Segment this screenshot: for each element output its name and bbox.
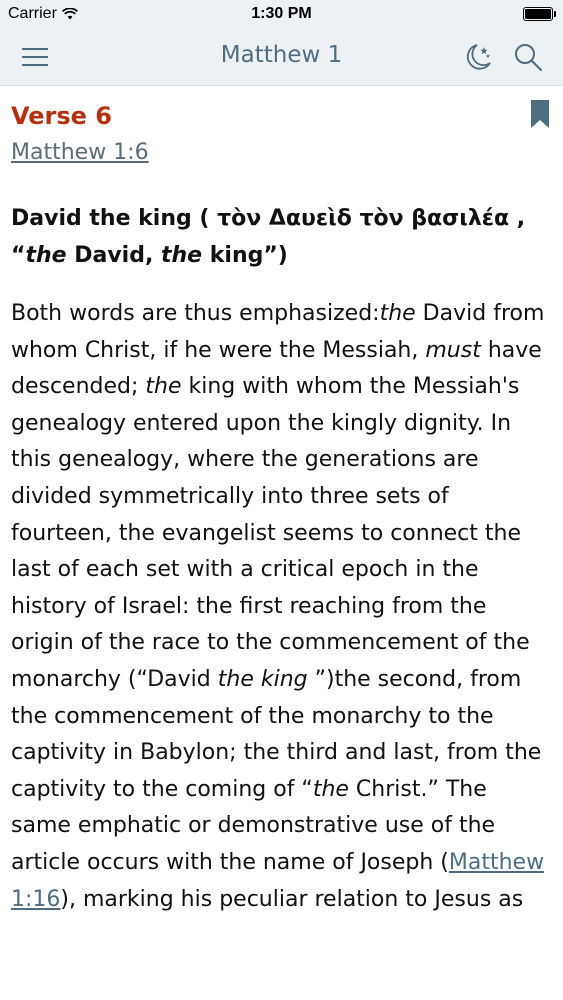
- commentary-content: Verse 6 Matthew 1:6 David the king ( τὸν…: [11, 86, 551, 918]
- verse-title: Verse 6: [11, 102, 112, 130]
- body-emphasis: must: [425, 337, 481, 363]
- body-text: ), marking his peculiar relation to Jesu…: [60, 886, 524, 912]
- commentary-heading: David the king ( τὸν Δαυεὶδ τὸν βασιλέα …: [11, 200, 551, 274]
- battery-icon: [523, 7, 556, 21]
- status-bar: Carrier 1:30 PM: [0, 0, 563, 28]
- verse-header: Verse 6 Matthew 1:6: [11, 86, 551, 170]
- status-time: 1:30 PM: [251, 5, 312, 22]
- verse-reference-link[interactable]: Matthew 1:6: [11, 140, 149, 165]
- heading-text: David,: [66, 243, 161, 268]
- heading-emphasis: the: [161, 243, 203, 268]
- heading-text: king”): [202, 243, 288, 268]
- body-text: king with whom the Messiah's genealogy e…: [11, 374, 530, 692]
- body-emphasis: the: [312, 776, 349, 802]
- nav-bar: Matthew 1: [0, 28, 563, 86]
- search-icon: [515, 44, 543, 72]
- heading-emphasis: the: [25, 243, 67, 268]
- body-emphasis: the: [379, 301, 416, 326]
- bookmark-icon[interactable]: [531, 100, 549, 128]
- search-button[interactable]: [512, 41, 544, 73]
- moon-stars-icon: [466, 44, 491, 70]
- commentary-body: Both words are thus emphasized:the David…: [11, 296, 551, 918]
- body-emphasis: the king: [217, 666, 308, 692]
- night-mode-button[interactable]: [462, 41, 494, 73]
- body-emphasis: the: [145, 374, 182, 400]
- body-text: Both words are thus emphasized:: [11, 301, 380, 326]
